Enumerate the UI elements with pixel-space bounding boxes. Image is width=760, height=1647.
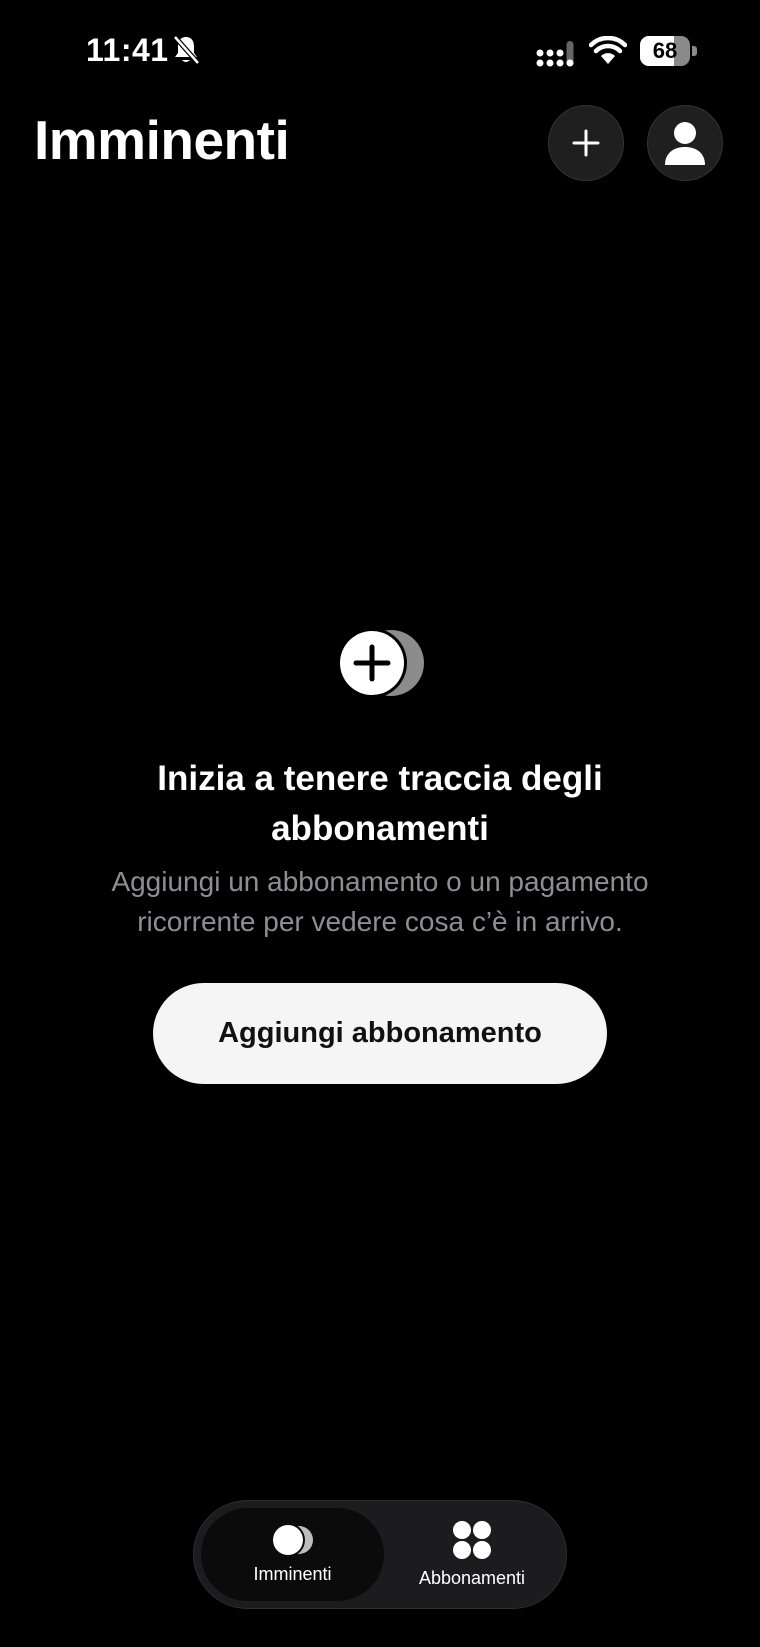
- tab-abbonamenti[interactable]: Abbonamenti: [384, 1508, 560, 1601]
- battery-indicator: 68: [640, 36, 698, 66]
- plus-icon: [572, 129, 600, 157]
- page-title: Imminenti: [34, 109, 290, 171]
- bell-muted-icon: [173, 35, 200, 65]
- tab-imminenti[interactable]: Imminenti: [201, 1508, 384, 1601]
- empty-state-subtitle: Aggiungi un abbonamento o un pagamento r…: [111, 866, 649, 937]
- status-time: 11:41: [86, 32, 169, 68]
- empty-state-title: Inizia a tenere traccia degli abbonament…: [157, 759, 603, 848]
- add-button[interactable]: [548, 105, 624, 181]
- person-icon: [665, 122, 705, 165]
- status-bar: 11:41 68: [0, 0, 760, 100]
- add-subscription-button-label: Aggiungi abbonamento: [218, 1017, 542, 1049]
- upcoming-icon: [270, 1524, 313, 1556]
- wifi-icon: [589, 36, 627, 64]
- tab-bar: Imminenti Abbonamenti: [193, 1500, 567, 1609]
- subscriptions-grid-icon: [453, 1521, 491, 1559]
- tab-label: Abbonamenti: [418, 1568, 526, 1588]
- tab-label: Imminenti: [253, 1564, 332, 1584]
- battery-percentage: 68: [652, 38, 678, 63]
- profile-button[interactable]: [647, 105, 723, 181]
- cellular-signal-icon: [536, 41, 574, 67]
- subscription-add-icon: [337, 628, 424, 698]
- add-subscription-button[interactable]: Aggiungi abbonamento: [153, 983, 607, 1084]
